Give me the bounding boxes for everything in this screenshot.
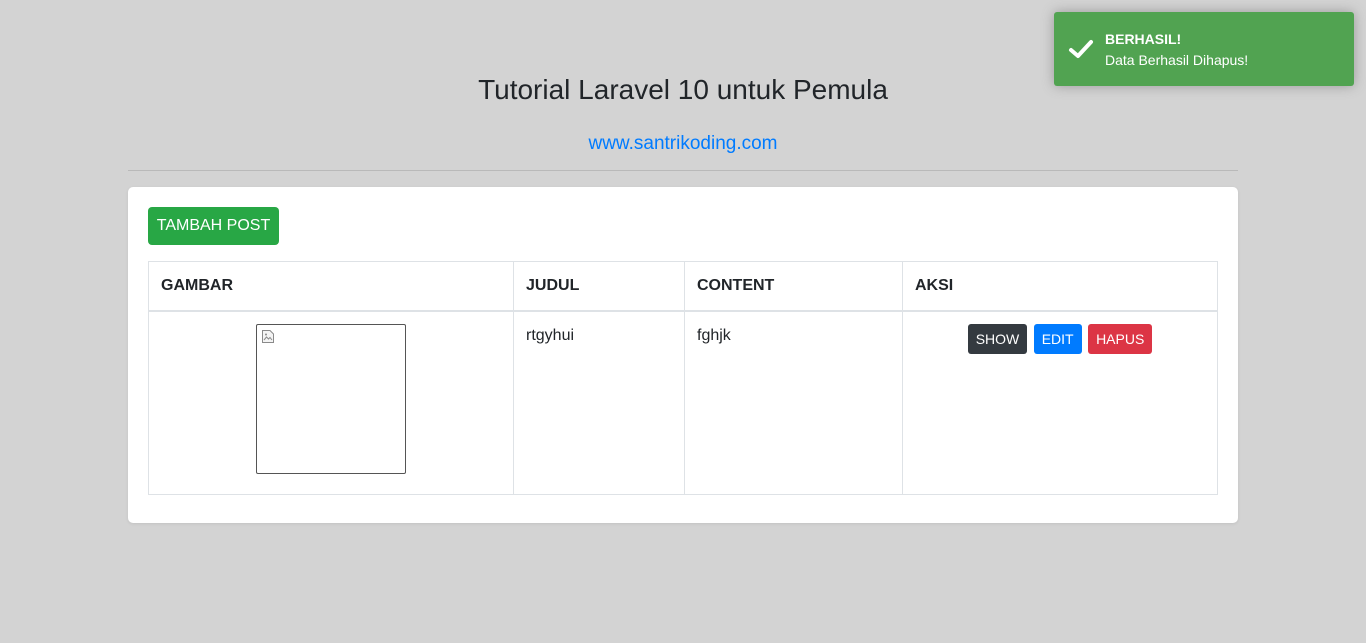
column-header-aksi: AKSI [902, 261, 1218, 312]
toast-message: Data Berhasil Dihapus! [1105, 52, 1249, 68]
posts-table: GAMBAR JUDUL CONTENT AKSI rtgyhui fghjk … [148, 261, 1218, 495]
column-header-gambar: GAMBAR [148, 261, 514, 312]
edit-button[interactable]: EDIT [1033, 324, 1082, 354]
column-header-content: CONTENT [684, 261, 903, 312]
judul-cell: rtgyhui [513, 310, 685, 495]
success-toast[interactable]: BERHASIL! Data Berhasil Dihapus! [1054, 12, 1354, 86]
column-header-judul: JUDUL [513, 261, 685, 312]
add-post-button[interactable]: TAMBAH POST [148, 207, 279, 245]
aksi-cell: SHOW EDIT HAPUS [902, 310, 1218, 495]
check-icon [1069, 40, 1093, 58]
hapus-button[interactable]: HAPUS [1088, 324, 1153, 354]
table-row: rtgyhui fghjk SHOW EDIT HAPUS [148, 310, 1218, 495]
header-divider [128, 170, 1238, 171]
post-image [256, 324, 406, 474]
gambar-cell [148, 310, 514, 495]
broken-image-icon [262, 330, 274, 343]
toast-title: BERHASIL! [1105, 31, 1182, 47]
show-button[interactable]: SHOW [967, 324, 1028, 354]
table-header-row: GAMBAR JUDUL CONTENT AKSI [148, 261, 1218, 312]
content-cell: fghjk [684, 310, 903, 495]
posts-card: TAMBAH POST GAMBAR JUDUL CONTENT AKSI rt… [128, 187, 1238, 523]
site-link[interactable]: www.santrikoding.com [128, 131, 1238, 157]
